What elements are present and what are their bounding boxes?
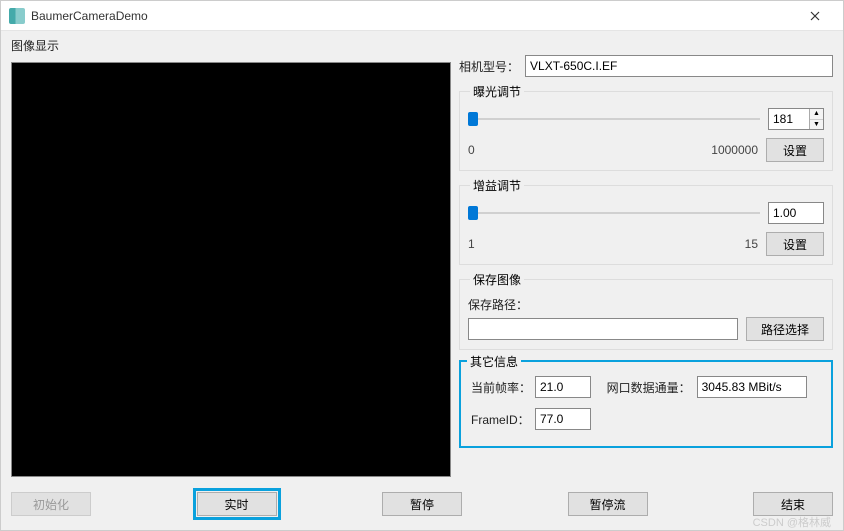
- save-image-legend: 保存图像: [470, 271, 524, 288]
- exposure-set-button[interactable]: 设置: [766, 138, 824, 162]
- other-info-group: 其它信息 当前帧率： 网口数据通量： FrameID：: [459, 360, 833, 448]
- client-area: 图像显示 相机型号： 曝光调节: [1, 31, 843, 530]
- titlebar: BaumerCameraDemo: [1, 1, 843, 31]
- save-path-input[interactable]: [468, 318, 738, 340]
- close-icon: [810, 11, 820, 21]
- gain-group: 增益调节 1 15 设置: [459, 177, 833, 265]
- app-icon: [9, 8, 25, 24]
- other-info-legend: 其它信息: [467, 353, 521, 370]
- exposure-min-label: 0: [468, 143, 475, 157]
- fps-value[interactable]: [535, 376, 591, 398]
- camera-model-field[interactable]: [525, 55, 833, 77]
- gain-slider[interactable]: [468, 205, 760, 221]
- fps-label: 当前帧率：: [471, 379, 529, 396]
- exposure-slider[interactable]: [468, 111, 760, 127]
- exposure-group: 曝光调节 ▲▼ 0 10000: [459, 83, 833, 171]
- save-image-group: 保存图像 保存路径： 路径选择: [459, 271, 833, 350]
- gain-max-label: 15: [745, 237, 758, 251]
- slider-thumb-icon: [468, 112, 478, 126]
- throughput-value[interactable]: [697, 376, 807, 398]
- footer-buttons: 初始化 实时 暂停 暂停流 结束: [11, 492, 833, 516]
- camera-model-label: 相机型号：: [459, 58, 519, 75]
- exposure-max-label: 1000000: [711, 143, 758, 157]
- init-button[interactable]: 初始化: [11, 492, 91, 516]
- frameid-label: FrameID：: [471, 411, 529, 428]
- exposure-legend: 曝光调节: [470, 83, 524, 100]
- save-path-label: 保存路径：: [468, 296, 824, 313]
- end-button[interactable]: 结束: [753, 492, 833, 516]
- gain-min-label: 1: [468, 237, 475, 251]
- close-button[interactable]: [795, 2, 835, 30]
- app-window: BaumerCameraDemo 图像显示 相机型号： 曝光调节: [0, 0, 844, 531]
- image-display-legend: 图像显示: [11, 37, 451, 54]
- chevron-up-icon[interactable]: ▲: [810, 109, 823, 120]
- live-button[interactable]: 实时: [197, 492, 277, 516]
- gain-set-button[interactable]: 设置: [766, 232, 824, 256]
- gain-legend: 增益调节: [470, 177, 524, 194]
- frameid-value[interactable]: [535, 408, 591, 430]
- settings-pane: 相机型号： 曝光调节 ▲▼: [459, 37, 833, 465]
- chevron-down-icon[interactable]: ▼: [810, 120, 823, 130]
- exposure-spinner[interactable]: ▲▼: [768, 108, 824, 130]
- slider-thumb-icon: [468, 206, 478, 220]
- exposure-value-input[interactable]: [769, 109, 809, 129]
- pause-stream-button[interactable]: 暂停流: [568, 492, 648, 516]
- window-title: BaumerCameraDemo: [31, 9, 795, 23]
- browse-path-button[interactable]: 路径选择: [746, 317, 824, 341]
- gain-value-input[interactable]: [768, 202, 824, 224]
- watermark-text: CSDN @格林威: [753, 514, 831, 530]
- pause-button[interactable]: 暂停: [382, 492, 462, 516]
- camera-preview: [11, 62, 451, 477]
- throughput-label: 网口数据通量：: [607, 379, 691, 396]
- image-display-pane: 图像显示: [11, 37, 451, 465]
